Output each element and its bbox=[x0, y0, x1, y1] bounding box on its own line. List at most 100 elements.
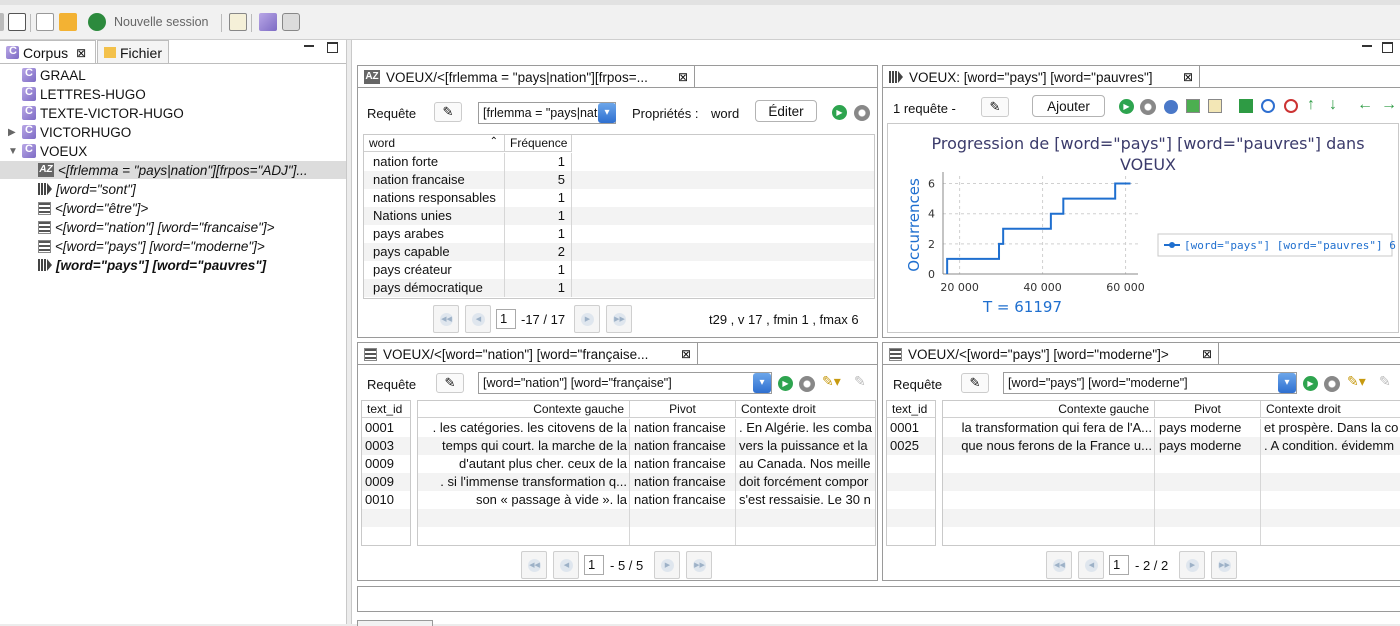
table-row[interactable]: 0001 bbox=[887, 419, 935, 437]
query-assist-wand-icon[interactable]: ✎ bbox=[981, 97, 1009, 117]
up-arrow-icon[interactable]: ↑ bbox=[1307, 96, 1315, 114]
column-header-pivot[interactable]: Pivot bbox=[1155, 401, 1261, 418]
query-input[interactable]: [word="nation"] [word="française"] bbox=[478, 372, 772, 394]
right-arrow-icon[interactable]: → bbox=[1381, 96, 1397, 114]
close-icon[interactable]: ⊠ bbox=[1202, 347, 1212, 361]
tab-fichier[interactable]: Fichier bbox=[97, 40, 169, 64]
table-row[interactable]: nation forte 1 bbox=[364, 153, 874, 171]
query-dropdown-button[interactable]: ▾ bbox=[753, 373, 771, 393]
query-input[interactable]: [word="pays"] [word="moderne"] bbox=[1003, 372, 1297, 394]
first-page-button[interactable]: ◀◀ bbox=[433, 305, 459, 333]
table-row[interactable]: pays arabes 1 bbox=[364, 225, 874, 243]
maximize-icon[interactable] bbox=[1382, 42, 1393, 53]
table-row[interactable]: nation francaise 5 bbox=[364, 171, 874, 189]
add-query-button[interactable]: Ajouter bbox=[1032, 95, 1105, 117]
new-session-button[interactable]: Nouvelle session bbox=[114, 15, 209, 29]
query-input[interactable]: [frlemma = "pays|nation"][frpos="ADJ"] bbox=[478, 102, 616, 124]
settings-gear-icon[interactable] bbox=[799, 376, 815, 392]
column-header-frequence[interactable]: Fréquence bbox=[505, 135, 572, 152]
tree-item-concordance-pays-moderne[interactable]: <[word="pays"] [word="moderne"]> bbox=[38, 237, 265, 255]
first-page-button[interactable]: ◀◀ bbox=[521, 551, 547, 579]
tree-item-lettres-hugo[interactable]: LETTRES-HUGO bbox=[22, 85, 146, 103]
fit-zoom-icon[interactable] bbox=[1239, 99, 1253, 113]
table-row[interactable]: pays créateur 1 bbox=[364, 261, 874, 279]
table-row[interactable]: 0003 bbox=[362, 437, 410, 455]
tab-concordance-nation[interactable]: VOEUX/<[word="nation"] [word="française.… bbox=[357, 342, 698, 365]
table-row[interactable]: nations responsables 1 bbox=[364, 189, 874, 207]
column-header-left-context[interactable]: Contexte gauche bbox=[418, 401, 630, 418]
last-page-button[interactable]: ▶▶ bbox=[686, 551, 712, 579]
close-icon[interactable]: ⊠ bbox=[678, 70, 688, 84]
table-row[interactable]: 0025 bbox=[887, 437, 935, 455]
table-row[interactable] bbox=[943, 527, 1400, 545]
expand-arrow-icon[interactable]: ▶ bbox=[8, 127, 18, 138]
column-header-text-id[interactable]: text_id bbox=[362, 401, 410, 418]
tree-item-voeux[interactable]: ▼ VOEUX bbox=[8, 142, 87, 160]
page-input[interactable]: 1 bbox=[496, 309, 516, 329]
previous-page-button[interactable]: ◀ bbox=[1078, 551, 1104, 579]
table-row[interactable]: Nations unies 1 bbox=[364, 207, 874, 225]
open-folder-icon[interactable] bbox=[59, 13, 77, 31]
new-file-icon[interactable] bbox=[36, 13, 54, 31]
table-row[interactable]: son « passage à vide ». la nation francai… bbox=[418, 491, 875, 509]
copy-icon[interactable] bbox=[1208, 99, 1222, 113]
next-page-button[interactable]: ▶ bbox=[574, 305, 600, 333]
table-row[interactable]: 0009 bbox=[362, 473, 410, 491]
table-row[interactable]: 0001 bbox=[362, 419, 410, 437]
first-page-button[interactable]: ◀◀ bbox=[1046, 551, 1072, 579]
down-arrow-icon[interactable]: ↓ bbox=[1329, 96, 1337, 114]
query-assist-wand-icon[interactable]: ✎ bbox=[961, 373, 989, 393]
query-assist-wand-icon[interactable]: ✎ bbox=[436, 373, 464, 393]
close-icon[interactable]: ⊠ bbox=[76, 46, 86, 60]
column-header-right-context[interactable]: Contexte droit bbox=[1261, 401, 1400, 418]
table-row[interactable] bbox=[362, 527, 410, 545]
maximize-icon[interactable] bbox=[327, 42, 338, 53]
edit-references-icon[interactable]: ✎▾ bbox=[1347, 373, 1366, 390]
query-dropdown-button[interactable]: ▾ bbox=[1278, 373, 1296, 393]
bottom-tab-stub[interactable] bbox=[357, 620, 433, 626]
next-page-button[interactable]: ▶ bbox=[1179, 551, 1205, 579]
toggle-view-icon[interactable] bbox=[8, 13, 26, 31]
column-header-word[interactable]: word ⌃ bbox=[364, 135, 505, 152]
table-row[interactable] bbox=[943, 455, 1400, 473]
settings-gear-icon[interactable] bbox=[1324, 376, 1340, 392]
tab-lexicon[interactable]: AZ VOEUX/<[frlemma = "pays|nation"][frpo… bbox=[357, 65, 695, 88]
table-row[interactable] bbox=[887, 491, 935, 509]
tree-item-concordance-etre[interactable]: <[word="être"]> bbox=[38, 199, 148, 217]
table-row[interactable]: 0010 bbox=[362, 491, 410, 509]
edit-references-icon[interactable]: ✎▾ bbox=[822, 373, 841, 390]
zoom-in-icon[interactable] bbox=[1261, 99, 1275, 113]
table-row[interactable]: . les catégories. les citovens de la nati… bbox=[418, 419, 875, 437]
previous-page-button[interactable]: ◀ bbox=[465, 305, 491, 333]
next-page-button[interactable]: ▶ bbox=[654, 551, 680, 579]
tree-item-lexicon[interactable]: AZ <[frlemma = "pays|nation"][frpos="ADJ"… bbox=[0, 161, 346, 179]
tab-progression[interactable]: VOEUX: [word="pays"] [word="pauvres"] ⊠ bbox=[882, 65, 1200, 88]
table-row[interactable] bbox=[362, 509, 410, 527]
run-query-icon[interactable]: ▶ bbox=[778, 376, 793, 391]
tree-item-texte-victor-hugo[interactable]: TEXTE-VICTOR-HUGO bbox=[22, 104, 184, 122]
column-header-text-id[interactable]: text_id bbox=[887, 401, 935, 418]
tree-item-graal[interactable]: GRAAL bbox=[22, 66, 86, 84]
tree-item-progression-pays-pauvres[interactable]: [word="pays"] [word="pauvres"] bbox=[38, 256, 266, 274]
settings-gear-icon[interactable] bbox=[854, 105, 870, 121]
table-row[interactable]: pays démocratique 1 bbox=[364, 279, 874, 297]
table-row[interactable] bbox=[418, 509, 875, 527]
run-query-icon[interactable]: ▶ bbox=[1303, 376, 1318, 391]
tree-item-victorhugo[interactable]: ▶ VICTORHUGO bbox=[8, 123, 131, 141]
corpus-icon[interactable] bbox=[259, 13, 277, 31]
new-session-icon[interactable] bbox=[88, 13, 106, 31]
table-row[interactable]: 0009 bbox=[362, 455, 410, 473]
last-page-button[interactable]: ▶▶ bbox=[606, 305, 632, 333]
settings-gear-icon[interactable] bbox=[1140, 99, 1156, 115]
left-arrow-icon[interactable]: ← bbox=[1357, 96, 1373, 114]
query-dropdown-button[interactable]: ▾ bbox=[598, 103, 616, 123]
table-row[interactable] bbox=[418, 527, 875, 545]
table-row[interactable]: temps qui court. la marche de la nation f… bbox=[418, 437, 875, 455]
previous-page-button[interactable]: ◀ bbox=[553, 551, 579, 579]
minimize-icon[interactable] bbox=[304, 45, 314, 47]
close-icon[interactable]: ⊠ bbox=[681, 347, 691, 361]
table-row[interactable] bbox=[887, 455, 935, 473]
close-icon[interactable]: ⊠ bbox=[1183, 70, 1193, 84]
tree-item-progression-sont[interactable]: [word="sont"] bbox=[38, 180, 136, 198]
query-assist-wand-icon[interactable]: ✎ bbox=[434, 102, 462, 122]
